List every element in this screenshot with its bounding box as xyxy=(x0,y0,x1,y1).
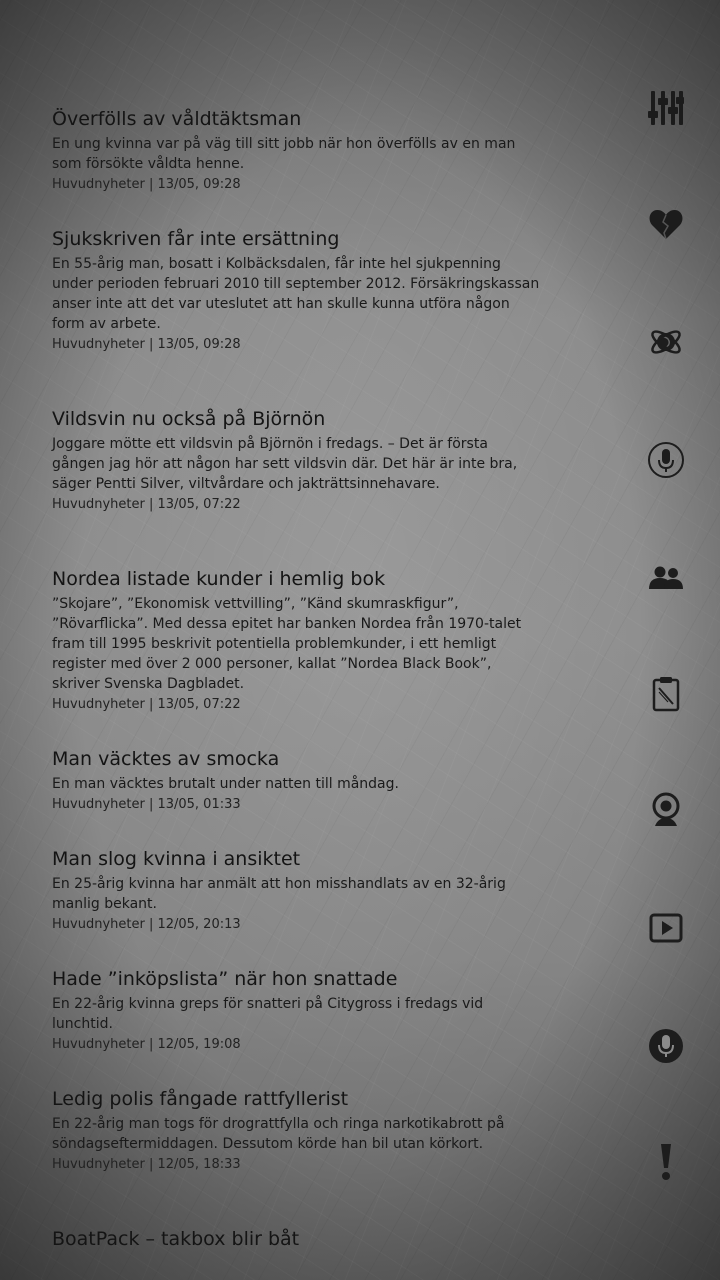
news-feed: Överfölls av våldtäktsman En ung kvinna … xyxy=(52,106,542,1266)
article-summary: En 22-årig man togs för drograttfylla oc… xyxy=(52,1116,505,1152)
news-article[interactable]: Vildsvin nu också på Björnön Joggare möt… xyxy=(52,406,542,546)
broken-heart-icon xyxy=(649,210,683,240)
notes-button[interactable] xyxy=(644,672,688,716)
microphone-dark-icon xyxy=(649,1029,683,1063)
article-title[interactable]: Man väcktes av smocka xyxy=(52,746,542,772)
equalizer-icon xyxy=(648,91,684,125)
article-title[interactable]: Vildsvin nu också på Björnön xyxy=(52,406,542,432)
radio-button[interactable] xyxy=(644,1024,688,1068)
article-title[interactable]: Nordea listade kunder i hemlig bok xyxy=(52,566,542,592)
news-article[interactable]: Hade ”inköpslista” när hon snattade En 2… xyxy=(52,966,542,1066)
podcast-button[interactable] xyxy=(644,438,688,482)
article-title[interactable]: Ledig polis fångade rattfyllerist xyxy=(52,1086,542,1112)
equalizer-button[interactable] xyxy=(644,86,688,130)
webcam-icon xyxy=(652,792,680,826)
article-summary: En man väcktes brutalt under natten till… xyxy=(52,776,399,792)
article-meta: Huvudnyheter | 13/05, 09:28 xyxy=(52,337,241,352)
video-button[interactable] xyxy=(644,906,688,950)
news-article[interactable]: Nordea listade kunder i hemlig bok ”Skoj… xyxy=(52,566,542,726)
favorites-button[interactable] xyxy=(644,202,688,246)
article-title[interactable]: Hade ”inköpslista” när hon snattade xyxy=(52,966,542,992)
community-button[interactable] xyxy=(644,556,688,600)
article-meta: Huvudnyheter | 12/05, 18:33 xyxy=(52,1157,241,1172)
news-article[interactable]: Man väcktes av smocka En man väcktes bru… xyxy=(52,746,542,826)
article-meta: Huvudnyheter | 12/05, 20:13 xyxy=(52,917,241,932)
article-meta: Huvudnyheter | 13/05, 07:22 xyxy=(52,497,241,512)
alerts-button[interactable] xyxy=(644,1140,688,1184)
webcam-button[interactable] xyxy=(644,788,688,832)
article-summary: En 22-årig kvinna greps för snatteri på … xyxy=(52,996,484,1032)
world-news-button[interactable] xyxy=(644,320,688,364)
article-summary: ”Skojare”, ”Ekonomisk vettvilling”, ”Kän… xyxy=(52,596,522,692)
article-meta: Huvudnyheter | 13/05, 09:28 xyxy=(52,177,241,192)
sidebar xyxy=(610,0,720,1280)
news-article[interactable]: BoatPack – takbox blir båt xyxy=(52,1226,542,1266)
news-article[interactable]: Ledig polis fångade rattfyllerist En 22-… xyxy=(52,1086,542,1206)
users-icon xyxy=(649,566,683,589)
article-meta: Huvudnyheter | 13/05, 07:22 xyxy=(52,697,241,712)
article-title[interactable]: BoatPack – takbox blir båt xyxy=(52,1226,542,1252)
news-article[interactable]: Överfölls av våldtäktsman En ung kvinna … xyxy=(52,106,542,206)
article-meta: Huvudnyheter | 13/05, 01:33 xyxy=(52,797,241,812)
article-summary: En 25-årig kvinna har anmält att hon mis… xyxy=(52,876,506,912)
news-article[interactable]: Sjukskriven får inte ersättning En 55-år… xyxy=(52,226,542,386)
article-meta: Huvudnyheter | 12/05, 19:08 xyxy=(52,1037,241,1052)
play-video-icon xyxy=(649,913,683,943)
news-article[interactable]: Man slog kvinna i ansiktet En 25-årig kv… xyxy=(52,846,542,946)
globe-orbit-icon xyxy=(651,330,681,354)
article-summary: En ung kvinna var på väg till sitt jobb … xyxy=(52,136,516,172)
microphone-icon xyxy=(648,442,684,478)
article-title[interactable]: Man slog kvinna i ansiktet xyxy=(52,846,542,872)
article-title[interactable]: Sjukskriven får inte ersättning xyxy=(52,226,542,252)
article-summary: En 55-årig man, bosatt i Kolbäcksdalen, … xyxy=(52,256,540,332)
exclamation-icon xyxy=(661,1144,671,1180)
article-title[interactable]: Överfölls av våldtäktsman xyxy=(52,106,542,132)
notepad-icon xyxy=(652,677,680,712)
article-summary: Joggare mötte ett vildsvin på Björnön i … xyxy=(52,436,518,492)
